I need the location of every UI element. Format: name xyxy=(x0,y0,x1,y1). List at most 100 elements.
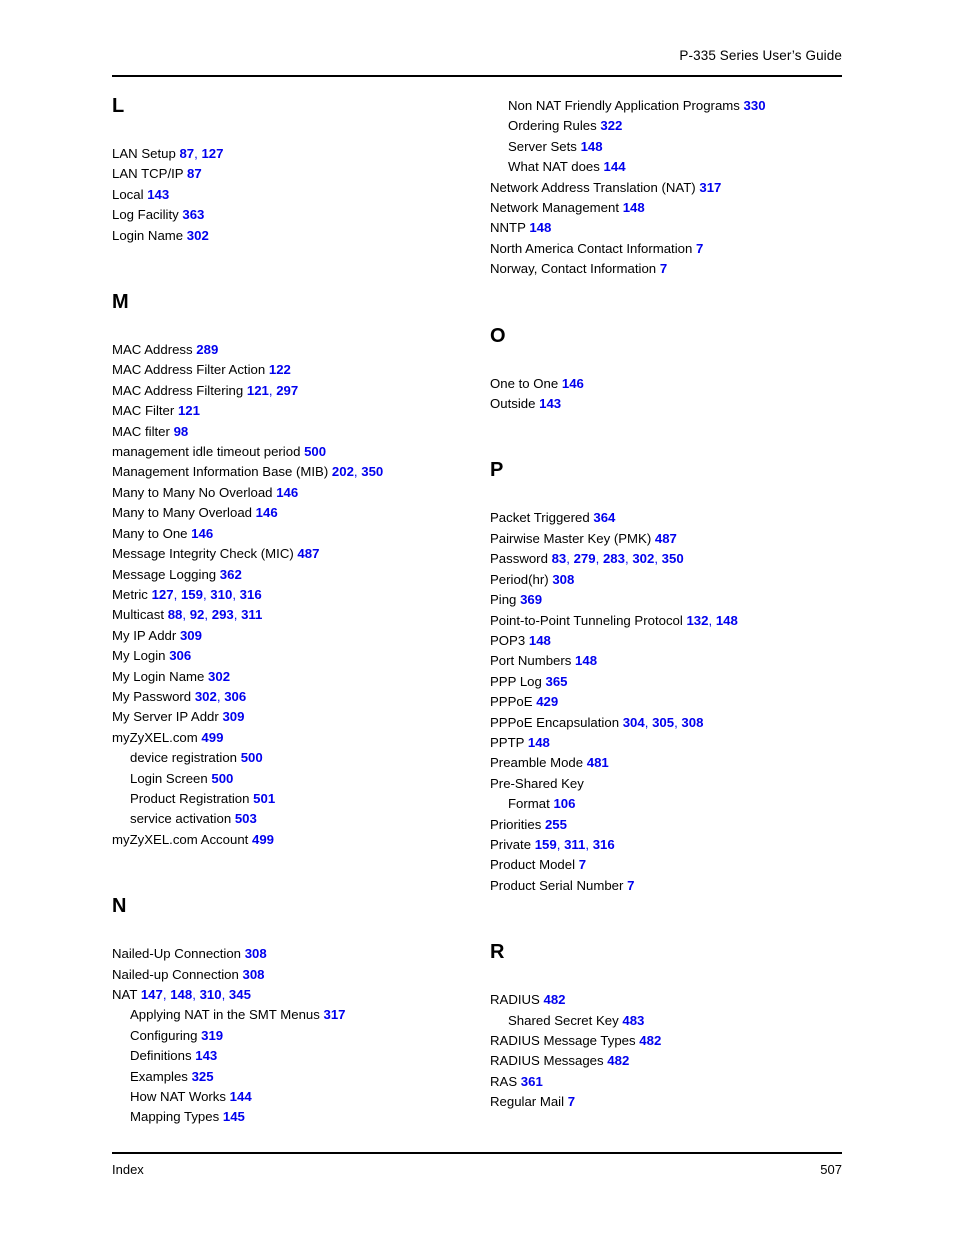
index-letter-heading: M xyxy=(112,291,129,314)
index-page-link[interactable]: 148 xyxy=(529,220,551,235)
index-page-link[interactable]: 148 xyxy=(528,735,550,750)
page-number-separator: , xyxy=(595,551,600,567)
index-page-link[interactable]: 501 xyxy=(253,791,275,806)
index-page-link[interactable]: 500 xyxy=(304,444,326,459)
index-page-link[interactable]: 279 xyxy=(574,551,596,566)
index-page-link[interactable]: 121 xyxy=(178,403,200,418)
index-page-link[interactable]: 255 xyxy=(545,817,567,832)
index-page-link[interactable]: 487 xyxy=(297,546,319,561)
index-page-link[interactable]: 487 xyxy=(655,531,677,546)
index-page-link[interactable]: 309 xyxy=(222,709,244,724)
index-page-link[interactable]: 499 xyxy=(252,832,274,847)
index-page-link[interactable]: 146 xyxy=(256,505,278,520)
index-page-link[interactable]: 88 xyxy=(168,607,183,622)
index-page-link[interactable]: 350 xyxy=(361,464,383,479)
index-page-link[interactable]: 143 xyxy=(195,1048,217,1063)
index-page-link[interactable]: 127 xyxy=(201,146,223,161)
index-page-link[interactable]: 308 xyxy=(552,572,574,587)
index-page-link[interactable]: 309 xyxy=(180,628,202,643)
index-page-link[interactable]: 503 xyxy=(235,811,257,826)
index-page-link[interactable]: 364 xyxy=(593,510,615,525)
index-page-link[interactable]: 148 xyxy=(170,987,192,1002)
index-page-link[interactable]: 283 xyxy=(603,551,625,566)
index-page-link[interactable]: 98 xyxy=(174,424,189,439)
index-page-link[interactable]: 7 xyxy=(627,878,634,893)
index-page-link[interactable]: 325 xyxy=(192,1069,214,1084)
index-page-link[interactable]: 306 xyxy=(224,689,246,704)
index-page-link[interactable]: 144 xyxy=(604,159,626,174)
index-page-link[interactable]: 7 xyxy=(568,1094,575,1109)
index-page-link[interactable]: 7 xyxy=(660,261,667,276)
index-page-link[interactable]: 500 xyxy=(211,771,233,786)
index-page-link[interactable]: 311 xyxy=(564,837,585,852)
index-page-link[interactable]: 310 xyxy=(200,987,222,1002)
index-page-link[interactable]: 330 xyxy=(744,98,766,113)
index-page-link[interactable]: 482 xyxy=(607,1053,629,1068)
index-page-link[interactable]: 482 xyxy=(544,992,566,1007)
index-page-link[interactable]: 316 xyxy=(593,837,615,852)
index-page-link[interactable]: 302 xyxy=(208,669,230,684)
index-page-link[interactable]: 127 xyxy=(152,587,174,602)
index-page-link[interactable]: 322 xyxy=(600,118,622,133)
index-page-link[interactable]: 308 xyxy=(243,967,265,982)
index-page-link[interactable]: 308 xyxy=(245,946,267,961)
index-page-link[interactable]: 146 xyxy=(191,526,213,541)
index-page-link[interactable]: 369 xyxy=(520,592,542,607)
index-page-link[interactable]: 7 xyxy=(579,857,586,872)
index-page-link[interactable]: 148 xyxy=(716,613,738,628)
index-page-link[interactable]: 143 xyxy=(539,396,561,411)
index-page-link[interactable]: 362 xyxy=(220,567,242,582)
index-page-link[interactable]: 310 xyxy=(210,587,232,602)
index-page-link[interactable]: 147 xyxy=(141,987,163,1002)
index-page-link[interactable]: 148 xyxy=(581,139,603,154)
index-page-link[interactable]: 499 xyxy=(201,730,223,745)
index-page-link[interactable]: 7 xyxy=(696,241,703,256)
index-page-link[interactable]: 143 xyxy=(147,187,169,202)
index-page-link[interactable]: 289 xyxy=(196,342,218,357)
index-page-link[interactable]: 146 xyxy=(562,376,584,391)
index-page-link[interactable]: 304 xyxy=(623,715,645,730)
index-page-link[interactable]: 145 xyxy=(223,1109,245,1124)
index-page-link[interactable]: 481 xyxy=(587,755,609,770)
index-entry: Point-to-Point Tunneling Protocol 132, 1… xyxy=(490,611,867,631)
index-page-link[interactable]: 311 xyxy=(241,607,262,622)
index-page-link[interactable]: 306 xyxy=(169,648,191,663)
index-page-link[interactable]: 148 xyxy=(623,200,645,215)
index-page-link[interactable]: 87 xyxy=(179,146,194,161)
index-page-link[interactable]: 317 xyxy=(324,1007,346,1022)
index-page-link[interactable]: 302 xyxy=(195,689,217,704)
index-page-link[interactable]: 319 xyxy=(201,1028,223,1043)
index-page-link[interactable]: 483 xyxy=(622,1013,644,1028)
index-page-link[interactable]: 302 xyxy=(632,551,654,566)
index-page-link[interactable]: 144 xyxy=(230,1089,252,1104)
index-page-link[interactable]: 148 xyxy=(529,633,551,648)
index-page-link[interactable]: 500 xyxy=(241,750,263,765)
index-page-link[interactable]: 316 xyxy=(240,587,262,602)
index-page-link[interactable]: 482 xyxy=(639,1033,661,1048)
index-page-link[interactable]: 159 xyxy=(535,837,557,852)
index-page-link[interactable]: 361 xyxy=(521,1074,543,1089)
index-page-link[interactable]: 87 xyxy=(187,166,202,181)
index-page-link[interactable]: 148 xyxy=(575,653,597,668)
index-page-link[interactable]: 308 xyxy=(681,715,703,730)
index-page-link[interactable]: 305 xyxy=(652,715,674,730)
index-page-link[interactable]: 202 xyxy=(332,464,354,479)
index-page-link[interactable]: 121 xyxy=(247,383,269,398)
index-page-link[interactable]: 317 xyxy=(699,180,721,195)
index-page-link[interactable]: 159 xyxy=(181,587,203,602)
index-entry: MAC filter 98 xyxy=(112,422,489,442)
index-page-link[interactable]: 297 xyxy=(276,383,298,398)
index-page-link[interactable]: 365 xyxy=(546,674,568,689)
index-page-link[interactable]: 122 xyxy=(269,362,291,377)
index-page-link[interactable]: 106 xyxy=(553,796,575,811)
index-page-link[interactable]: 83 xyxy=(552,551,567,566)
index-page-link[interactable]: 92 xyxy=(190,607,205,622)
index-page-link[interactable]: 345 xyxy=(229,987,251,1002)
index-page-link[interactable]: 293 xyxy=(212,607,234,622)
index-page-link[interactable]: 363 xyxy=(182,207,204,222)
index-page-link[interactable]: 350 xyxy=(662,551,684,566)
index-page-link[interactable]: 429 xyxy=(536,694,558,709)
index-page-link[interactable]: 132 xyxy=(686,613,708,628)
index-page-link[interactable]: 302 xyxy=(187,228,209,243)
index-page-link[interactable]: 146 xyxy=(276,485,298,500)
